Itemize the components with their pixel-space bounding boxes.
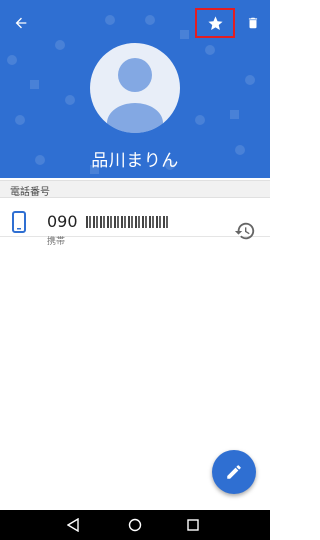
nav-home-icon	[128, 518, 142, 532]
trash-icon	[248, 17, 258, 29]
favorite-star-button[interactable]	[195, 8, 235, 38]
nav-back-button[interactable]	[64, 516, 82, 534]
phone-row[interactable]: 090 携帯	[0, 198, 270, 247]
phone-section-label: 電話番号	[10, 187, 50, 198]
edit-contact-button[interactable]	[212, 450, 256, 494]
history-icon[interactable]	[234, 220, 256, 242]
back-arrow-icon	[15, 17, 27, 29]
phone-icon	[12, 211, 26, 233]
nav-recents-icon	[187, 519, 199, 531]
phone-number-visible: 090	[47, 212, 78, 231]
nav-back-icon	[67, 518, 79, 532]
masked-number	[86, 216, 168, 228]
back-button[interactable]	[8, 10, 34, 36]
contact-avatar	[90, 43, 180, 133]
contact-header: 品川まりん	[0, 0, 270, 178]
person-icon	[107, 58, 163, 133]
delete-button[interactable]	[242, 10, 264, 36]
star-icon	[207, 15, 223, 30]
nav-home-button[interactable]	[126, 516, 144, 534]
nav-recents-button[interactable]	[184, 516, 202, 534]
contact-name: 品川まりん	[91, 151, 179, 171]
phone-section-header: 電話番号	[0, 180, 270, 198]
system-nav-bar	[0, 510, 270, 540]
phone-type-label: 携帯	[47, 237, 66, 247]
pencil-icon	[227, 465, 241, 479]
